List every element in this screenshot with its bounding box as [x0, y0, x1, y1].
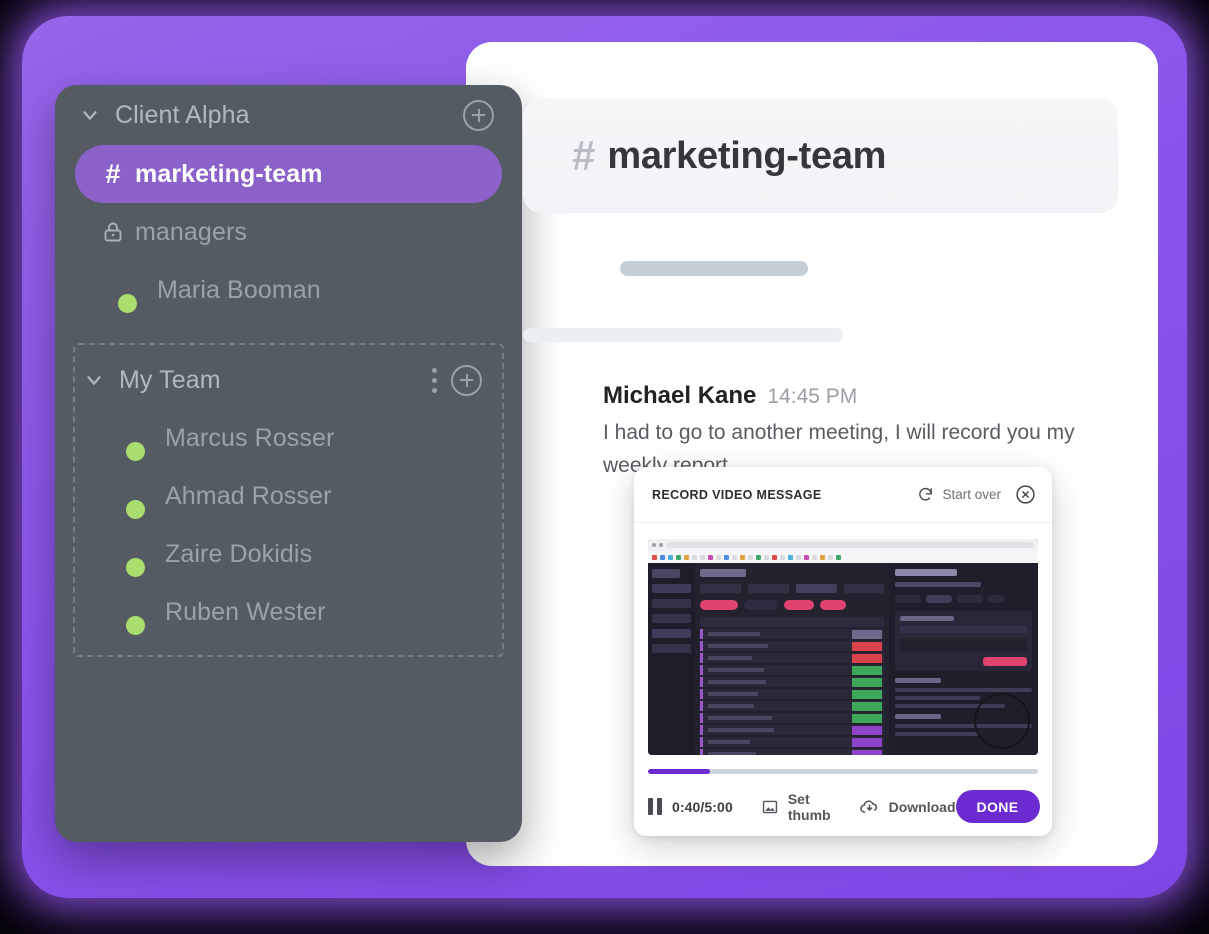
chevron-down-icon[interactable] — [81, 367, 107, 393]
video-controls: 0:40/5:00 Set thumb Download DONE — [648, 790, 1040, 823]
sidebar-item-label: Ruben Wester — [165, 597, 326, 626]
sidebar-item-label: Marcus Rosser — [165, 423, 335, 452]
sidebar-group-actions — [463, 99, 494, 131]
sidebar-item-label: managers — [135, 217, 247, 246]
sidebar-group-my-team: My Team Marcus Rosser Ahmad Rosser Zaire… — [73, 343, 504, 657]
sidebar-panel: Client Alpha # marketing-team managers M… — [55, 85, 522, 842]
hash-icon: # — [572, 132, 596, 179]
sidebar-group-header-my-team[interactable]: My Team — [75, 351, 502, 409]
avatar — [91, 268, 137, 313]
avatar — [99, 590, 145, 635]
video-progress-bar[interactable] — [648, 769, 1038, 774]
status-badge-online — [118, 294, 137, 313]
sidebar-group-actions — [431, 364, 482, 396]
sidebar-group-header-client-alpha[interactable]: Client Alpha — [55, 85, 522, 145]
chevron-down-icon[interactable] — [77, 102, 103, 128]
sidebar-item-label: Ahmad Rosser — [165, 481, 332, 510]
avatar — [99, 532, 145, 577]
recorded-app-sidebar — [648, 563, 696, 755]
video-progress-fill — [648, 769, 711, 774]
sidebar-item-marcus-rosser[interactable]: Marcus Rosser — [83, 409, 494, 467]
message-header: Michael Kane 14:45 PM — [603, 382, 1123, 410]
start-over-label: Start over — [942, 487, 1001, 502]
recorder-header: RECORD VIDEO MESSAGE Start over — [634, 467, 1052, 523]
sidebar-item-maria-booman[interactable]: Maria Booman — [75, 261, 502, 319]
more-vertical-icon[interactable] — [431, 367, 437, 393]
skeleton-bar — [523, 328, 843, 342]
video-preview[interactable] — [648, 539, 1038, 755]
done-button[interactable]: DONE — [955, 790, 1040, 823]
status-badge-online — [126, 442, 145, 461]
status-badge-online — [126, 616, 145, 635]
plus-circle-icon[interactable] — [463, 99, 494, 131]
channel-header: # marketing-team — [523, 99, 1118, 213]
recorded-app-window — [648, 563, 1038, 755]
page-title: marketing-team — [607, 134, 887, 177]
set-thumb-button[interactable]: Set thumb — [761, 791, 831, 823]
message-author: Michael Kane — [603, 382, 757, 409]
recorded-app-board — [695, 563, 890, 755]
sidebar-item-zaire-dokidis[interactable]: Zaire Dokidis — [83, 525, 494, 583]
lock-icon — [91, 220, 135, 244]
sidebar-item-ruben-wester[interactable]: Ruben Wester — [83, 583, 494, 641]
hash-icon: # — [105, 158, 121, 189]
status-badge-online — [126, 500, 145, 519]
browser-url-bar — [648, 539, 1038, 551]
status-badge-online — [126, 558, 145, 577]
avatar — [99, 474, 145, 519]
sidebar-item-label: Zaire Dokidis — [165, 539, 313, 568]
plus-circle-icon[interactable] — [451, 364, 482, 396]
skeleton-bar — [620, 260, 808, 276]
message-timestamp: 14:45 PM — [767, 385, 858, 408]
message-placeholder — [523, 238, 1123, 298]
video-recorder-card: RECORD VIDEO MESSAGE Start over 0:40/5:0… — [634, 467, 1052, 836]
webcam-overlay — [974, 693, 1030, 749]
sidebar-item-label: marketing-team — [135, 159, 323, 188]
avatar — [523, 382, 581, 440]
avatar — [523, 238, 583, 298]
browser-bookmarks-bar — [648, 551, 1038, 563]
close-circle-icon[interactable] — [1015, 484, 1036, 505]
refresh-icon — [917, 486, 934, 503]
recorder-title: RECORD VIDEO MESSAGE — [652, 487, 822, 502]
sidebar-item-ahmad-rosser[interactable]: Ahmad Rosser — [83, 467, 494, 525]
download-button[interactable]: Download — [859, 796, 956, 817]
sidebar-group-title: Client Alpha — [115, 100, 250, 129]
screenshot-root: Client Alpha # marketing-team managers M… — [0, 0, 1209, 934]
pause-icon[interactable] — [648, 798, 662, 815]
sidebar-item-managers[interactable]: managers — [75, 203, 502, 261]
cloud-download-icon — [859, 796, 880, 817]
set-thumb-label: Set thumb — [787, 790, 831, 823]
avatar — [99, 416, 145, 461]
sidebar-item-marketing-team[interactable]: # marketing-team — [75, 145, 502, 203]
sidebar-item-label: Maria Booman — [157, 275, 321, 304]
video-time-label: 0:40/5:00 — [672, 798, 733, 815]
sidebar-group-title: My Team — [119, 365, 221, 394]
image-icon — [761, 798, 779, 816]
message-list: Michael Kane 14:45 PM I had to go to ano… — [523, 238, 1123, 482]
recorded-app-comment-panel — [889, 563, 1038, 755]
start-over-button[interactable]: Start over — [917, 486, 1001, 503]
download-label: Download — [888, 798, 956, 815]
